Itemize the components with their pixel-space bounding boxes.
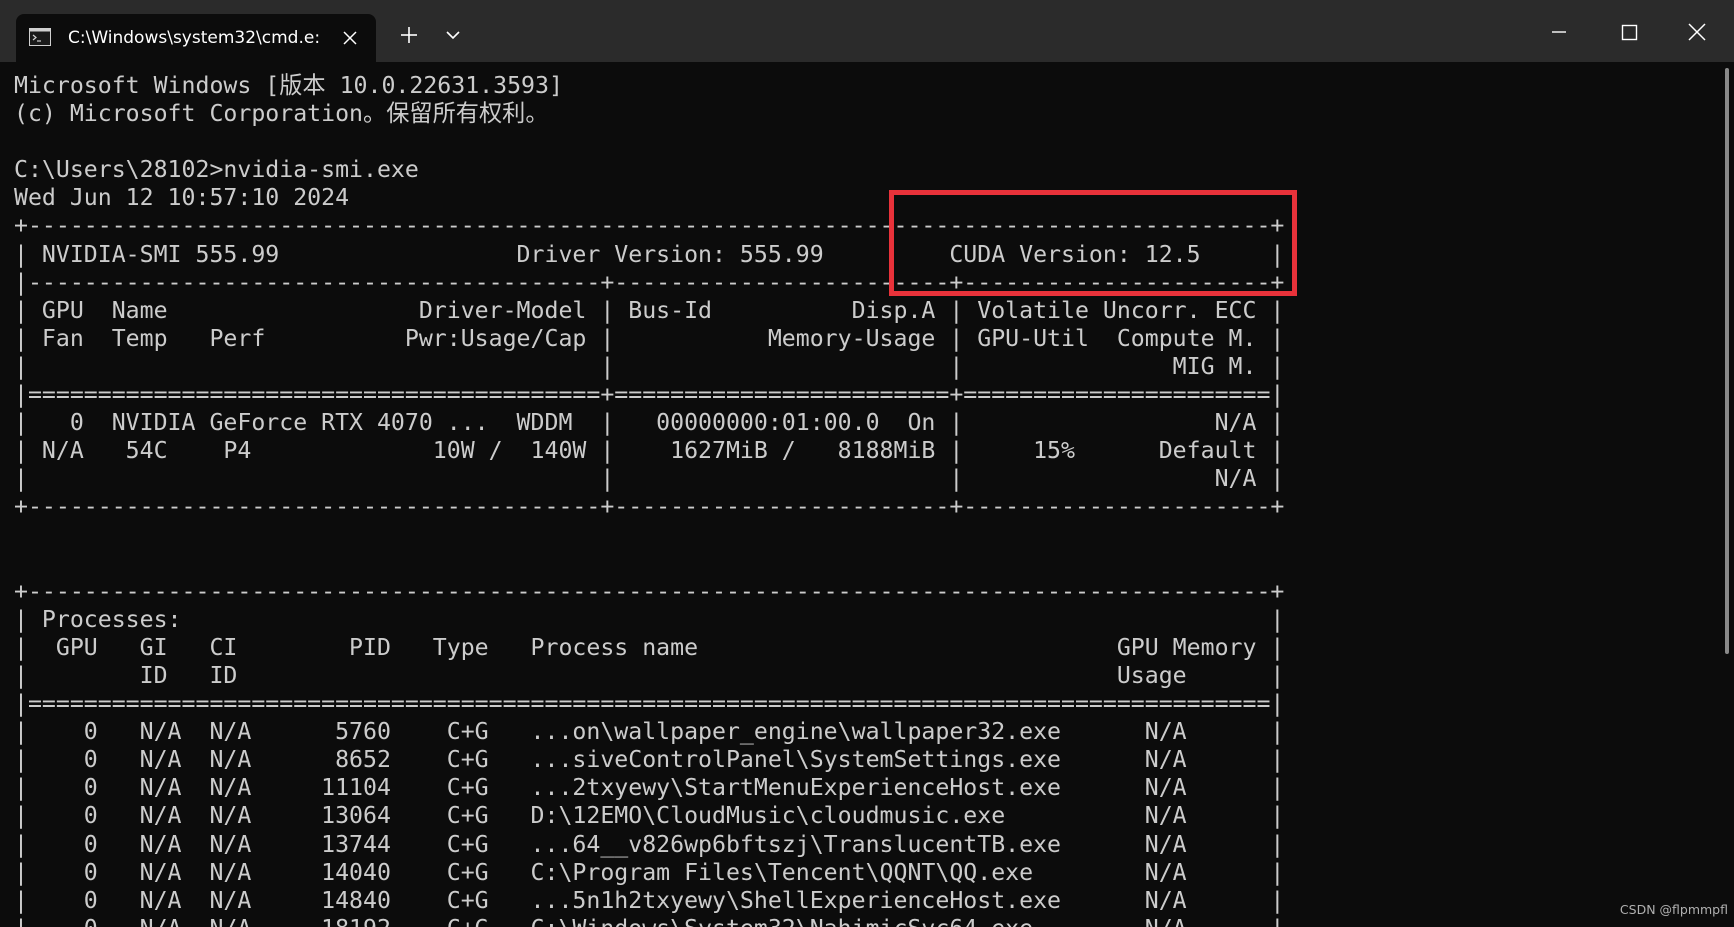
- scrollbar-thumb[interactable]: [1725, 68, 1729, 654]
- terminal-line: | Processes: |: [14, 605, 1285, 633]
- terminal-output[interactable]: Microsoft Windows [版本 10.0.22631.3593] (…: [0, 62, 1720, 927]
- terminal-line: | 0 N/A N/A 5760 C+G ...on\wallpaper_eng…: [14, 718, 1285, 746]
- minimize-icon[interactable]: [1536, 10, 1582, 54]
- tab-title: C:\Windows\system32\cmd.e:: [68, 28, 321, 48]
- terminal-line: C:\Users\28102>nvidia-smi.exe: [14, 156, 419, 184]
- terminal-line: | 0 N/A N/A 11104 C+G ...2txyewy\StartMe…: [14, 774, 1285, 802]
- terminal-line: (c) Microsoft Corporation。保留所有权利。: [14, 100, 549, 128]
- maximize-icon[interactable]: [1606, 10, 1652, 54]
- terminal-line: | 0 N/A N/A 18192 C+G C:\Windows\System3…: [14, 915, 1284, 927]
- tab-cmd[interactable]: C:\Windows\system32\cmd.e:: [16, 14, 376, 62]
- close-icon[interactable]: [338, 26, 362, 50]
- terminal-line: | N/A 54C P4 10W / 140W | 1627MiB / 8188…: [14, 437, 1285, 465]
- terminal-line: | 0 N/A N/A 13064 C+G D:\12EMO\CloudMusi…: [14, 802, 1285, 830]
- terminal-line: | 0 N/A N/A 8652 C+G ...siveControlPanel…: [14, 746, 1285, 774]
- plus-icon[interactable]: [394, 20, 424, 50]
- terminal-line: | 0 N/A N/A 13744 C+G ...64__v826wp6bfts…: [14, 830, 1285, 858]
- scrollbar[interactable]: [1722, 62, 1732, 654]
- terminal-line: +---------------------------------------…: [14, 577, 1285, 605]
- terminal-line: |=======================================…: [14, 381, 1285, 409]
- terminal-line: Microsoft Windows [版本 10.0.22631.3593]: [14, 72, 563, 99]
- chevron-down-icon[interactable]: [440, 24, 466, 46]
- terminal-line: Wed Jun 12 10:57:10 2024: [14, 184, 350, 212]
- terminal-line: | | | MIG M. |: [14, 352, 1285, 380]
- terminal-line: | 0 N/A N/A 14840 C+G ...5n1h2txyewy\She…: [14, 886, 1285, 914]
- terminal-line: | GPU Name Driver-Model | Bus-Id Disp.A …: [14, 296, 1285, 324]
- terminal-line: | 0 NVIDIA GeForce RTX 4070 ... WDDM | 0…: [14, 409, 1285, 437]
- terminal-line: | Fan Temp Perf Pwr:Usage/Cap | Memory-U…: [14, 324, 1285, 352]
- watermark: CSDN @flpmmpfl: [1619, 902, 1728, 917]
- terminal-line: +---------------------------------------…: [14, 493, 1285, 521]
- cuda-version-highlight: [889, 190, 1297, 296]
- terminal-line: | GPU GI CI PID Type Process name GPU Me…: [14, 633, 1285, 661]
- terminal-line: |=======================================…: [14, 690, 1285, 718]
- terminal-icon: [29, 28, 51, 46]
- title-bar[interactable]: C:\Windows\system32\cmd.e:: [0, 0, 1734, 62]
- close-icon[interactable]: [1674, 10, 1720, 54]
- terminal-line: | | | N/A |: [14, 465, 1285, 493]
- terminal-line: | 0 N/A N/A 14040 C+G C:\Program Files\T…: [14, 858, 1285, 886]
- terminal-line: | ID ID Usage |: [14, 661, 1285, 689]
- terminal-window: C:\Windows\system32\cmd.e: Microsoft Win…: [0, 0, 1734, 927]
